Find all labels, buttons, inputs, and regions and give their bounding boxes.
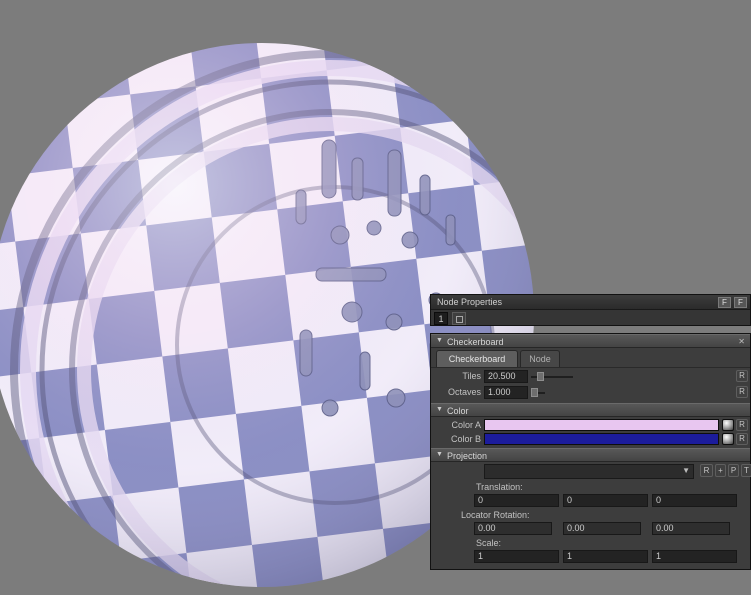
projection-p-button[interactable]: P xyxy=(728,464,739,477)
node-properties-header: Node Properties F F 1 xyxy=(430,294,751,326)
section-header-checkerboard[interactable]: ▼ Checkerboard ✕ xyxy=(431,334,750,348)
scale-z-field[interactable]: 1 xyxy=(652,550,737,563)
node-properties-panel: ▼ Checkerboard ✕ Checkerboard Node Tiles… xyxy=(430,333,751,570)
octaves-reset-button[interactable]: R xyxy=(736,386,748,398)
octaves-slider-handle[interactable] xyxy=(531,388,538,397)
close-icon[interactable]: ✕ xyxy=(738,336,745,348)
selection-index-row: 1 xyxy=(431,310,750,327)
section-label: Color xyxy=(447,405,469,417)
section-label: Projection xyxy=(447,450,487,462)
color-a-reset-button[interactable]: R xyxy=(736,419,748,431)
octaves-label: Octaves xyxy=(435,386,481,399)
color-a-label: Color A xyxy=(435,419,481,432)
section-header-projection[interactable]: ▼ Projection xyxy=(431,448,750,462)
translation-x-field[interactable]: 0 xyxy=(474,494,559,507)
panel-titlebar[interactable]: Node Properties F F xyxy=(431,295,750,310)
panel-title: Node Properties xyxy=(437,295,502,310)
index-menu-button[interactable] xyxy=(452,312,466,325)
collapse-triangle-icon: ▼ xyxy=(436,406,443,413)
rotation-label: Locator Rotation: xyxy=(461,510,530,521)
section-label: Checkerboard xyxy=(447,336,504,348)
color-picker-icon[interactable] xyxy=(722,419,734,431)
scale-y-field[interactable]: 1 xyxy=(563,550,648,563)
rotation-z-field[interactable]: 0.00 xyxy=(652,522,730,535)
tiles-label: Tiles xyxy=(435,370,481,383)
color-picker-icon[interactable] xyxy=(722,433,734,445)
section-header-color[interactable]: ▼ Color xyxy=(431,403,750,417)
projection-t-button[interactable]: T xyxy=(741,464,751,477)
form-layout-icon[interactable]: F xyxy=(718,297,731,308)
color-b-swatch[interactable] xyxy=(484,433,719,445)
scale-label: Scale: xyxy=(476,538,501,549)
color-a-swatch[interactable] xyxy=(484,419,719,431)
form-view-icon[interactable]: F xyxy=(734,297,747,308)
collapse-triangle-icon: ▼ xyxy=(436,337,443,344)
projection-add-button[interactable]: + xyxy=(715,464,726,477)
rotation-x-field[interactable]: 0.00 xyxy=(474,522,552,535)
tab-divider xyxy=(431,367,750,368)
projection-reset-button[interactable]: R xyxy=(700,464,713,477)
color-b-reset-button[interactable]: R xyxy=(736,433,748,445)
tiles-reset-button[interactable]: R xyxy=(736,370,748,382)
color-b-label: Color B xyxy=(435,433,481,446)
tiles-field[interactable]: 20.500 xyxy=(484,370,528,383)
tab-node[interactable]: Node xyxy=(520,350,560,367)
translation-z-field[interactable]: 0 xyxy=(652,494,737,507)
scale-x-field[interactable]: 1 xyxy=(474,550,559,563)
rotation-y-field[interactable]: 0.00 xyxy=(563,522,641,535)
tiles-slider-handle[interactable] xyxy=(537,372,544,381)
projection-dropdown[interactable]: ▼ xyxy=(484,464,694,479)
octaves-field[interactable]: 1.000 xyxy=(484,386,528,399)
selection-index-field[interactable]: 1 xyxy=(434,312,448,325)
tab-checkerboard[interactable]: Checkerboard xyxy=(436,350,518,367)
chevron-down-icon: ▼ xyxy=(682,466,690,475)
translation-label: Translation: xyxy=(476,482,523,493)
collapse-triangle-icon: ▼ xyxy=(436,451,443,458)
square-icon xyxy=(456,316,463,323)
viewport-3d[interactable]: Node Properties F F 1 ▼ Checkerboard ✕ C… xyxy=(0,0,751,595)
translation-y-field[interactable]: 0 xyxy=(563,494,648,507)
